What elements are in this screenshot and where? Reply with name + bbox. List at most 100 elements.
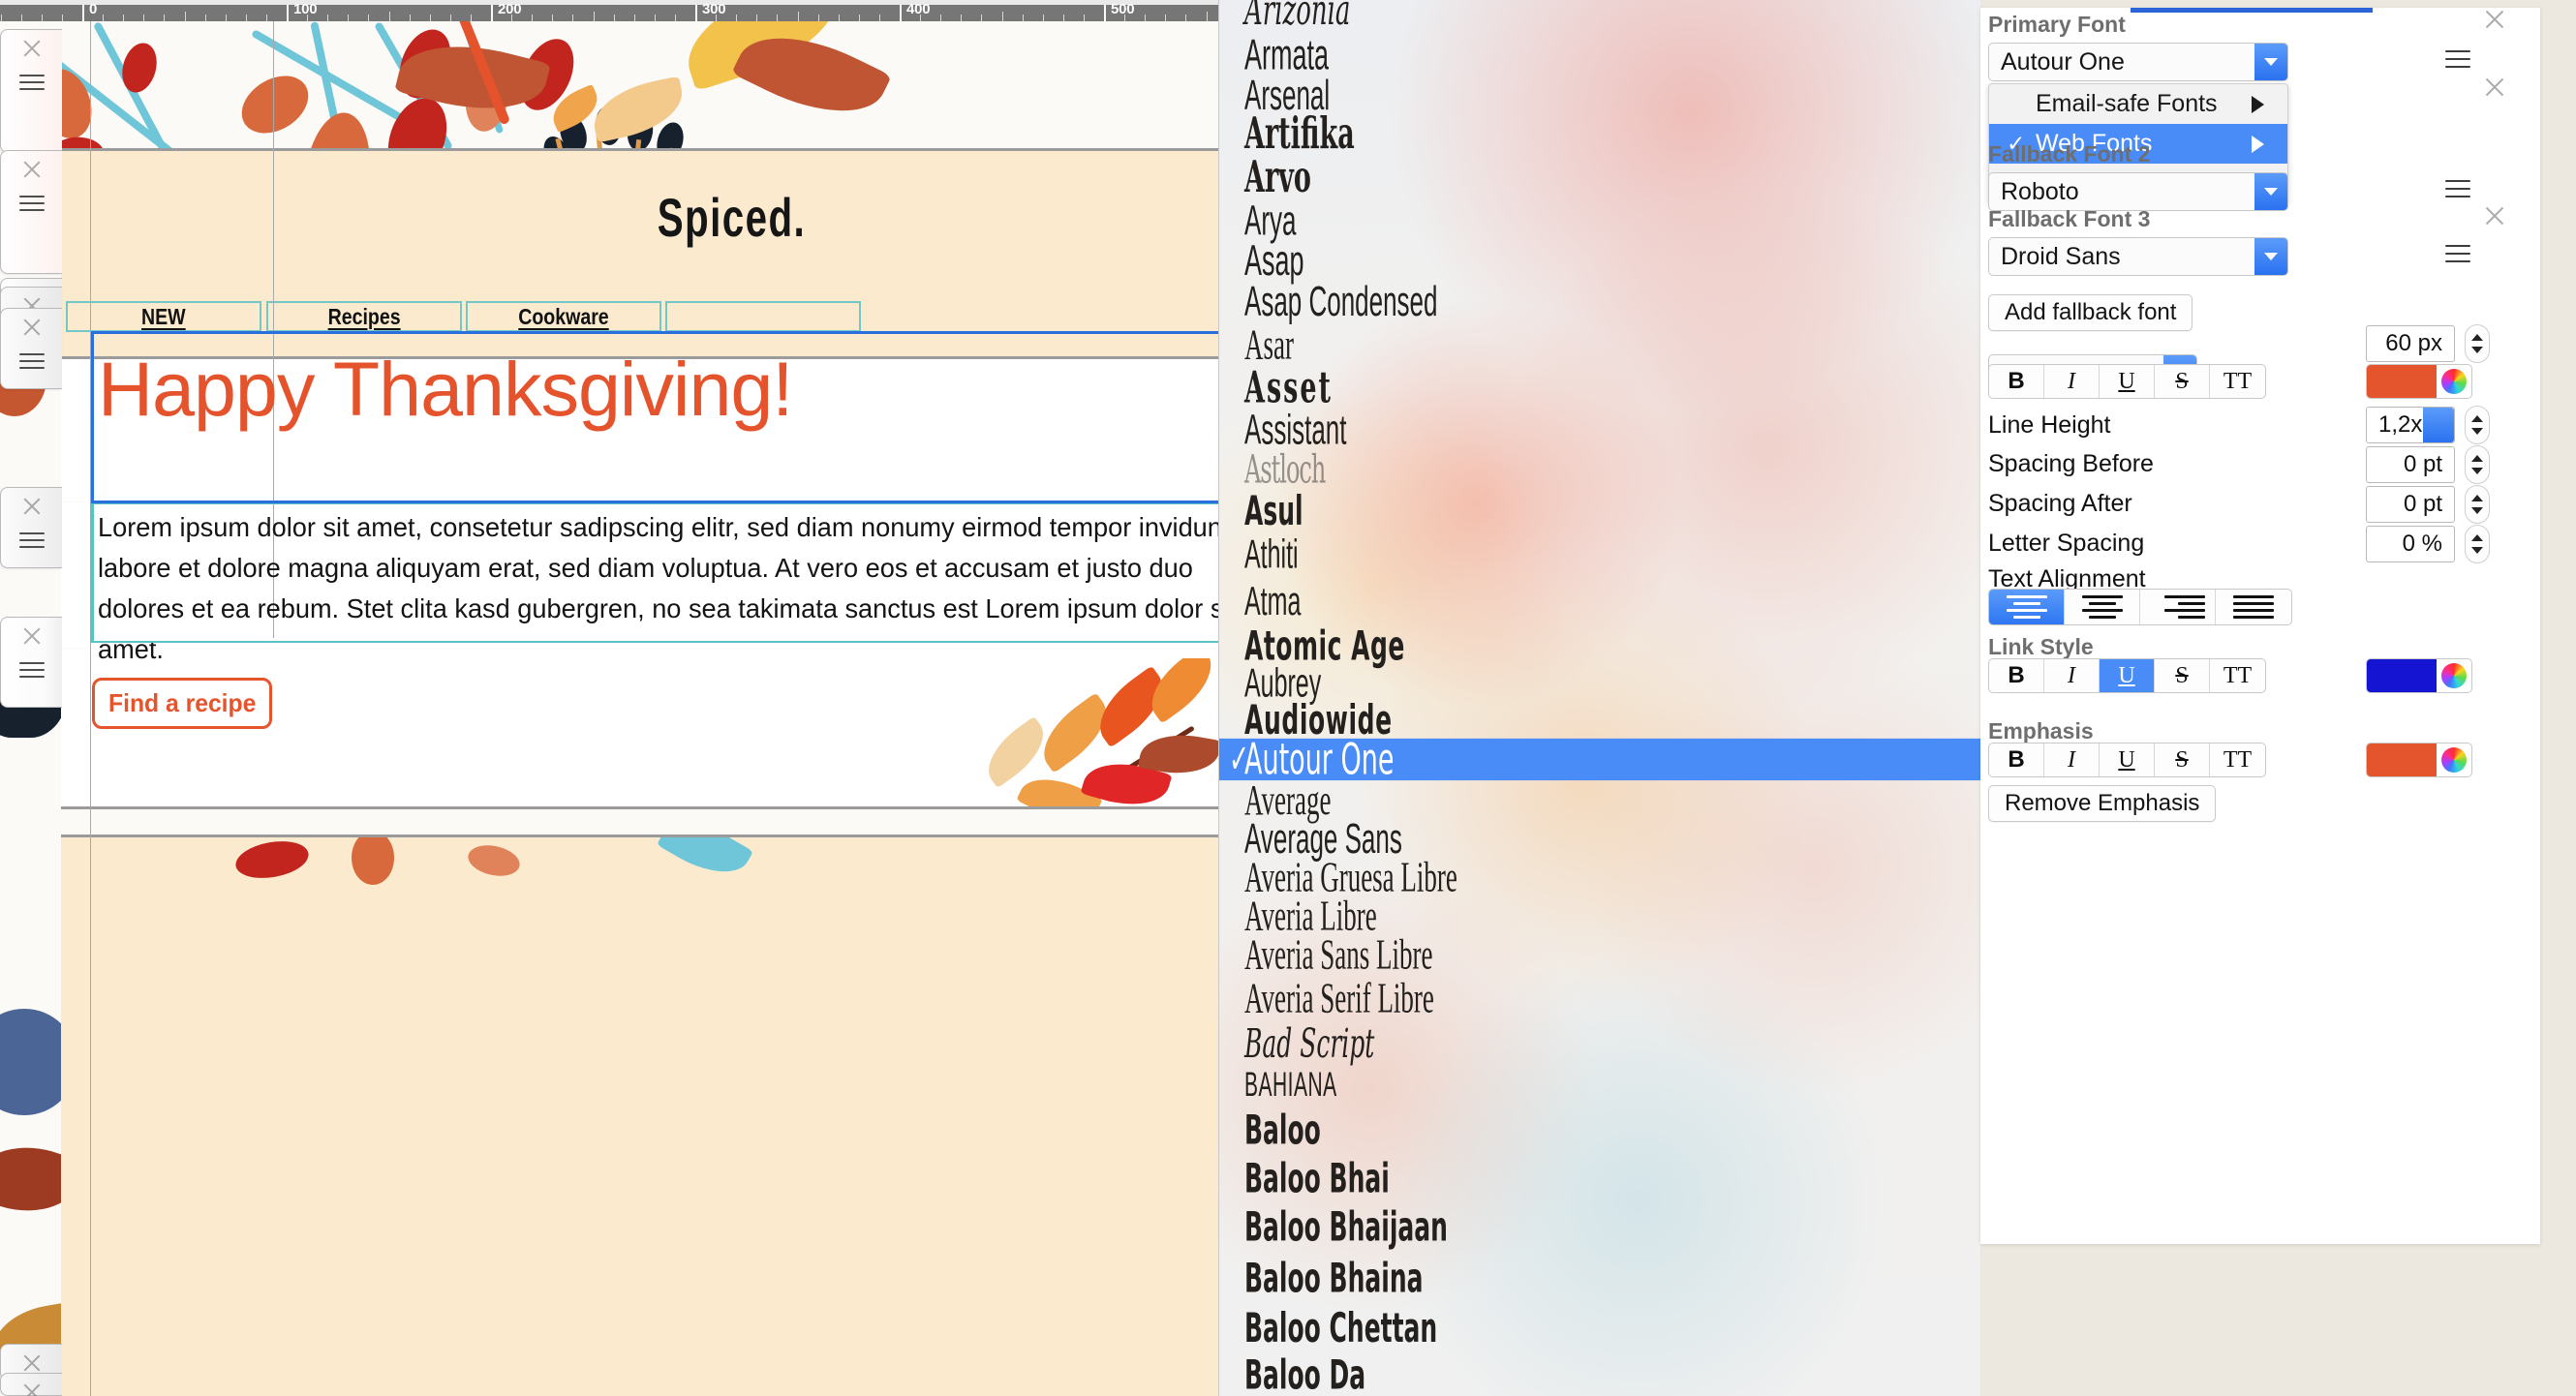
color-wheel-icon[interactable] xyxy=(2437,659,2471,692)
editor-canvas[interactable]: Spiced. NEW Recipes Cookware Happy Thank… xyxy=(0,0,1222,1396)
emphasis-italic-button[interactable]: I xyxy=(2044,744,2100,776)
chevron-down-icon[interactable] xyxy=(2254,173,2287,210)
color-wheel-icon[interactable] xyxy=(2437,365,2471,398)
close-icon[interactable] xyxy=(21,1352,43,1374)
chevron-down-icon[interactable] xyxy=(2254,238,2287,275)
emphasis-bold-button[interactable]: B xyxy=(1989,744,2044,776)
font-size-field[interactable]: 60 px xyxy=(2366,325,2455,362)
emphasis-caps-button[interactable]: TT xyxy=(2210,744,2265,776)
primary-font-menu-icon[interactable] xyxy=(2445,50,2470,74)
fallback-font-2-select[interactable]: Roboto xyxy=(1988,172,2288,211)
font-list-item[interactable]: Arvo xyxy=(1219,152,1980,202)
row-handle-hero[interactable] xyxy=(0,29,62,153)
chevron-down-icon[interactable] xyxy=(2423,408,2454,442)
font-list-item[interactable]: Baloo Bhai xyxy=(1219,1154,1980,1202)
close-icon[interactable] xyxy=(21,159,43,180)
chevron-down-icon[interactable] xyxy=(2471,547,2483,554)
align-left-button[interactable] xyxy=(1989,590,2065,624)
close-icon[interactable] xyxy=(21,38,43,59)
fallback-3-close-icon[interactable] xyxy=(2483,204,2506,228)
nav-item-empty[interactable] xyxy=(665,301,861,332)
font-list-item[interactable]: Astloch xyxy=(1219,447,1980,493)
line-height-stepper[interactable] xyxy=(2465,406,2490,444)
font-list-item[interactable]: Arya xyxy=(1219,197,1980,245)
fallback-2-close-icon[interactable] xyxy=(2483,76,2506,99)
font-list-item[interactable]: Atomic Age xyxy=(1219,622,1980,669)
font-list-item[interactable]: Artifika xyxy=(1219,109,1980,160)
font-list-item[interactable]: Arsenal xyxy=(1219,70,1980,118)
font-list-item[interactable]: Baloo Da xyxy=(1219,1350,1980,1396)
chevron-up-icon[interactable] xyxy=(2471,334,2483,341)
cta-block[interactable]: Find a recipe xyxy=(61,649,1222,833)
chevron-down-icon[interactable] xyxy=(2471,468,2483,474)
drag-handle-icon[interactable] xyxy=(18,662,45,683)
link-strikethrough-button[interactable]: S xyxy=(2155,659,2210,692)
link-style-bar[interactable]: B I U S TT xyxy=(1988,658,2266,693)
nav-item-cookware[interactable]: Cookware xyxy=(466,301,661,332)
fallback-font-2-menu-icon[interactable] xyxy=(2445,180,2470,203)
font-list-item[interactable]: Assistant xyxy=(1219,406,1980,454)
color-wheel-icon[interactable] xyxy=(2437,744,2471,776)
font-list-item[interactable]: Baloo xyxy=(1219,1107,1980,1153)
header-band[interactable]: Spiced. xyxy=(61,151,1222,296)
font-list-item[interactable]: Asap xyxy=(1219,236,1980,285)
drag-handle-icon[interactable] xyxy=(18,532,45,553)
font-size-stepper[interactable] xyxy=(2465,324,2490,363)
font-list-item[interactable]: Averia Serif Libre xyxy=(1219,973,1980,1021)
text-style-bar[interactable]: B I U S TT xyxy=(1988,364,2266,399)
row-handle-body[interactable] xyxy=(0,487,62,568)
align-justify-button[interactable] xyxy=(2216,590,2291,624)
align-center-button[interactable] xyxy=(2065,590,2140,624)
font-list-item[interactable]: Asset xyxy=(1219,364,1980,414)
font-list-item[interactable]: Averia Libre xyxy=(1219,891,1980,939)
emphasis-strikethrough-button[interactable]: S xyxy=(2155,744,2210,776)
text-color-swatch[interactable] xyxy=(2366,364,2472,399)
font-list-item[interactable]: Audiowide xyxy=(1219,696,1980,743)
find-a-recipe-button[interactable]: Find a recipe xyxy=(92,678,272,729)
chevron-up-icon[interactable] xyxy=(2471,415,2483,422)
chevron-up-icon[interactable] xyxy=(2471,495,2483,501)
font-list-item[interactable]: Asap Condensed xyxy=(1219,277,1980,325)
emphasis-underline-button[interactable]: U xyxy=(2100,744,2155,776)
italic-button[interactable]: I xyxy=(2044,365,2100,398)
row-handle-footer[interactable] xyxy=(0,1373,62,1396)
chevron-down-icon[interactable] xyxy=(2471,347,2483,353)
caps-button[interactable]: TT xyxy=(2210,365,2265,398)
font-list-item[interactable]: Armata xyxy=(1219,30,1980,78)
spacing-after-stepper[interactable] xyxy=(2465,485,2490,524)
bottom-block[interactable] xyxy=(61,809,1222,1396)
font-dropdown-list[interactable]: Arizonia Armata Arsenal Artifika Arvo Arya Asa… xyxy=(1218,0,1980,1396)
font-list-item[interactable]: Athiti xyxy=(1219,532,1980,579)
close-icon[interactable] xyxy=(21,496,43,517)
chevron-up-icon[interactable] xyxy=(2471,534,2483,541)
drag-handle-icon[interactable] xyxy=(18,75,45,95)
chevron-down-icon[interactable] xyxy=(2471,507,2483,514)
underline-button[interactable]: U xyxy=(2100,365,2155,398)
row-handle-header[interactable] xyxy=(0,150,62,274)
text-alignment-group[interactable] xyxy=(1988,589,2292,625)
chevron-up-icon[interactable] xyxy=(2471,455,2483,462)
link-color-swatch[interactable] xyxy=(2366,658,2472,693)
font-list-item[interactable]: Baloo Bhaina xyxy=(1219,1252,1980,1305)
link-italic-button[interactable]: I xyxy=(2044,659,2100,692)
fallback-font-3-menu-icon[interactable] xyxy=(2445,245,2470,268)
link-underline-button[interactable]: U xyxy=(2100,659,2155,692)
bold-button[interactable]: B xyxy=(1989,365,2044,398)
design-page[interactable]: Spiced. NEW Recipes Cookware Happy Thank… xyxy=(61,21,1222,1396)
nav-item-recipes[interactable]: Recipes xyxy=(266,301,462,332)
chevron-down-icon[interactable] xyxy=(2471,428,2483,435)
spacing-after-field[interactable]: 0 pt xyxy=(2366,486,2455,523)
font-list-item[interactable]: Arizonia xyxy=(1219,0,1980,35)
strikethrough-button[interactable]: S xyxy=(2155,365,2210,398)
close-icon[interactable] xyxy=(21,1381,43,1395)
emphasis-style-bar[interactable]: B I U S TT xyxy=(1988,743,2266,777)
close-icon[interactable] xyxy=(21,317,43,338)
add-fallback-font-button[interactable]: Add fallback font xyxy=(1988,294,2193,331)
fallback-font-3-select[interactable]: Droid Sans xyxy=(1988,237,2288,276)
horizontal-ruler[interactable]: 0 100 200 300 400 500 xyxy=(0,0,1222,21)
font-list-item[interactable]: Averia Sans Libre xyxy=(1219,930,1980,979)
font-list-item[interactable]: ✓ Autour One xyxy=(1219,735,1980,784)
spacing-before-stepper[interactable] xyxy=(2465,445,2490,484)
nav-item-new[interactable]: NEW xyxy=(66,301,261,332)
font-list-item[interactable]: Asul xyxy=(1219,488,1980,534)
